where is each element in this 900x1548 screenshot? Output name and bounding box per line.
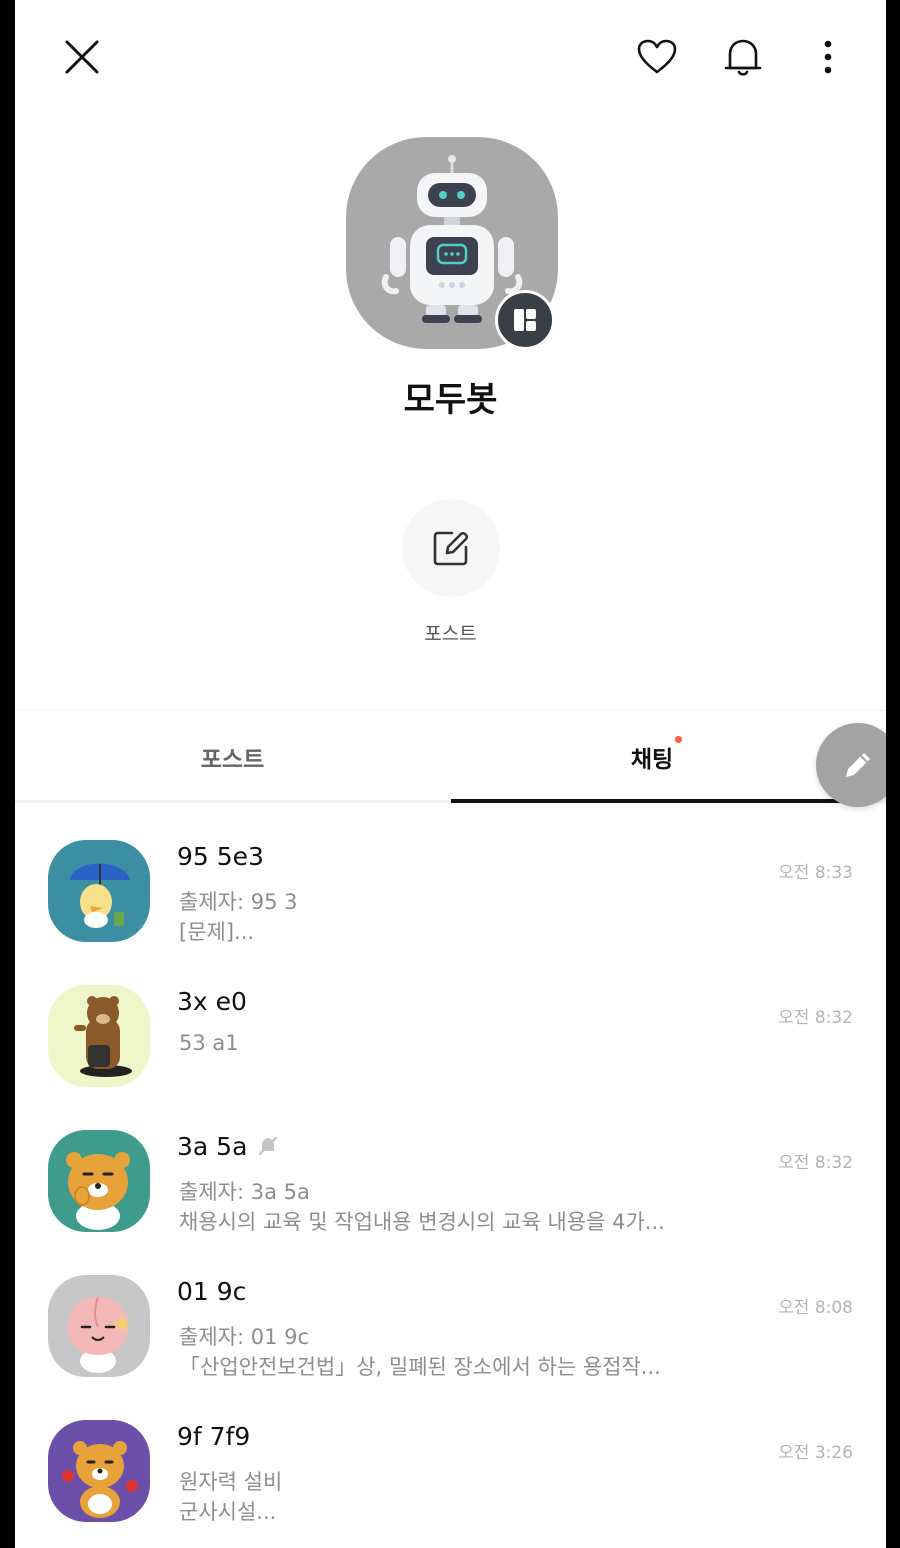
screen: 모두봇 포스트 포스트 채팅 95 5e3 출제자: 95 3 [문제]... … <box>15 0 886 1548</box>
like-button[interactable] <box>632 32 682 82</box>
more-button[interactable] <box>803 32 853 82</box>
chat-time: 오전 3:26 <box>778 1443 853 1463</box>
chat-line-2: [문제]... <box>179 920 255 944</box>
active-tab-underline <box>451 799 853 803</box>
lion-ryan-avatar <box>48 1130 150 1232</box>
peach-apeach-avatar <box>48 1275 150 1377</box>
chat-line-1: 출제자: 3a 5a <box>179 1180 310 1204</box>
chat-line-2: 채용시의 교육 및 작업내용 변경시의 교육 내용을 4가... <box>179 1210 665 1234</box>
chat-row[interactable]: 01 9c 출제자: 01 9c 「산업안전보건법」상, 밀폐된 장소에서 하는… <box>15 1255 886 1385</box>
bell-icon <box>724 39 762 76</box>
profile-avatar-wrap[interactable] <box>346 137 558 350</box>
chat-line-2: 군사시설... <box>179 1500 277 1524</box>
chat-line-2: 「산업안전보건법」상, 밀폐된 장소에서 하는 용접작... <box>179 1355 661 1379</box>
chat-row[interactable]: 95 5e3 출제자: 95 3 [문제]... 오전 8:33 <box>15 820 886 950</box>
notification-button[interactable] <box>718 32 768 82</box>
chat-row[interactable]: 9f 7f9 원자력 설비 군사시설... 오전 3:26 <box>15 1400 886 1530</box>
profile-badge[interactable] <box>495 290 555 350</box>
chat-time: 오전 8:32 <box>778 1008 853 1028</box>
top-bar <box>15 0 886 110</box>
grid-layout-icon <box>514 309 536 331</box>
chat-title: 01 9c <box>177 1277 247 1306</box>
chat-title: 95 5e3 <box>177 842 264 871</box>
post-action-label: 포스트 <box>424 623 477 645</box>
post-action-button[interactable] <box>402 499 500 597</box>
chat-line-1: 원자력 설비 <box>179 1470 283 1494</box>
mute-icon <box>257 1134 279 1163</box>
chat-time: 오전 8:08 <box>778 1298 853 1318</box>
chat-title: 3a 5a <box>177 1132 279 1163</box>
chat-time: 오전 8:32 <box>778 1153 853 1173</box>
chat-row[interactable]: 3x e0 53 a1 오전 8:32 <box>15 965 886 1095</box>
tab-chat[interactable]: 채팅 <box>451 711 853 803</box>
lion-waving-avatar <box>48 1420 150 1522</box>
pencil-icon <box>846 753 870 777</box>
chat-title: 3x e0 <box>177 987 247 1016</box>
close-icon <box>65 40 99 74</box>
new-indicator-dot <box>675 736 683 743</box>
chat-title-text: 3a 5a <box>177 1132 248 1161</box>
chat-row[interactable]: 3a 5a 출제자: 3a 5a 채용시의 교육 및 작업내용 변경시의 교육 … <box>15 1110 886 1240</box>
chat-line-1: 출제자: 01 9c <box>179 1325 310 1349</box>
chat-time: 오전 8:33 <box>778 863 853 883</box>
bear-walking-avatar <box>48 985 150 1087</box>
tab-post[interactable]: 포스트 <box>15 711 450 803</box>
close-button[interactable] <box>57 32 107 82</box>
heart-icon <box>637 39 677 74</box>
tab-post-label: 포스트 <box>200 747 265 773</box>
tab-bar: 포스트 채팅 <box>15 711 886 803</box>
chat-title: 9f 7f9 <box>177 1422 251 1451</box>
chat-line-1: 출제자: 95 3 <box>179 890 298 914</box>
profile-name: 모두봇 <box>403 380 498 420</box>
more-vertical-icon <box>824 40 832 74</box>
tab-chat-label: 채팅 <box>630 747 674 773</box>
duck-umbrella-avatar <box>48 840 150 942</box>
chat-line-1: 53 a1 <box>179 1031 239 1055</box>
edit-icon <box>433 531 469 566</box>
